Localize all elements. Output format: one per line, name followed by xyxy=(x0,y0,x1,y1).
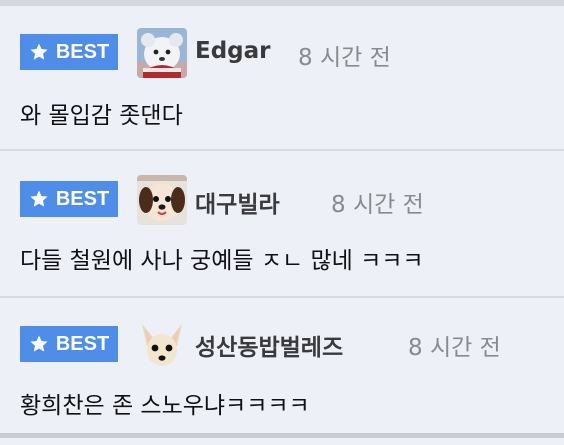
timestamp: 8 시간 전 xyxy=(298,45,391,71)
comment-text: 다들 철원에 사나 궁예들 ㅈㄴ 많네 ㅋㅋㅋ xyxy=(20,248,424,274)
timestamp: 8 시간 전 xyxy=(408,335,501,361)
comment-text: 와 몰입감 좃댄다 xyxy=(20,103,183,129)
star-icon xyxy=(30,335,48,352)
avatar[interactable] xyxy=(137,320,187,370)
avatar[interactable] xyxy=(137,175,187,225)
avatar[interactable] xyxy=(137,28,187,78)
star-icon xyxy=(30,190,48,207)
username[interactable]: Edgar xyxy=(195,38,271,64)
best-badge: BEST xyxy=(20,34,118,70)
timestamp: 8 시간 전 xyxy=(331,192,424,218)
comment-text: 황희찬은 존 스노우냐ㅋㅋㅋㅋ xyxy=(20,393,310,419)
best-badge-label: BEST xyxy=(55,187,110,210)
star-icon xyxy=(30,43,48,60)
best-badge-label: BEST xyxy=(55,332,110,355)
username[interactable]: 대구빌라 xyxy=(195,185,280,219)
username[interactable]: 성산동밥벌레즈 xyxy=(195,328,343,362)
best-badge: BEST xyxy=(20,326,118,362)
comment-item: BEST 대구빌라 8 시간 전 다들 철원에 사나 궁예들 ㅈㄴ 많네 ㅋㅋㅋ xyxy=(0,153,564,298)
comment-item: BEST 성산동밥벌레즈 8 시간 전 황희찬은 존 스노우냐ㅋㅋㅋㅋ xyxy=(0,300,564,438)
best-badge-label: BEST xyxy=(55,40,110,63)
comment-item: BEST Edgar 8 시간 전 와 몰입감 좃댄다 xyxy=(0,6,564,151)
best-badge: BEST xyxy=(20,181,118,217)
